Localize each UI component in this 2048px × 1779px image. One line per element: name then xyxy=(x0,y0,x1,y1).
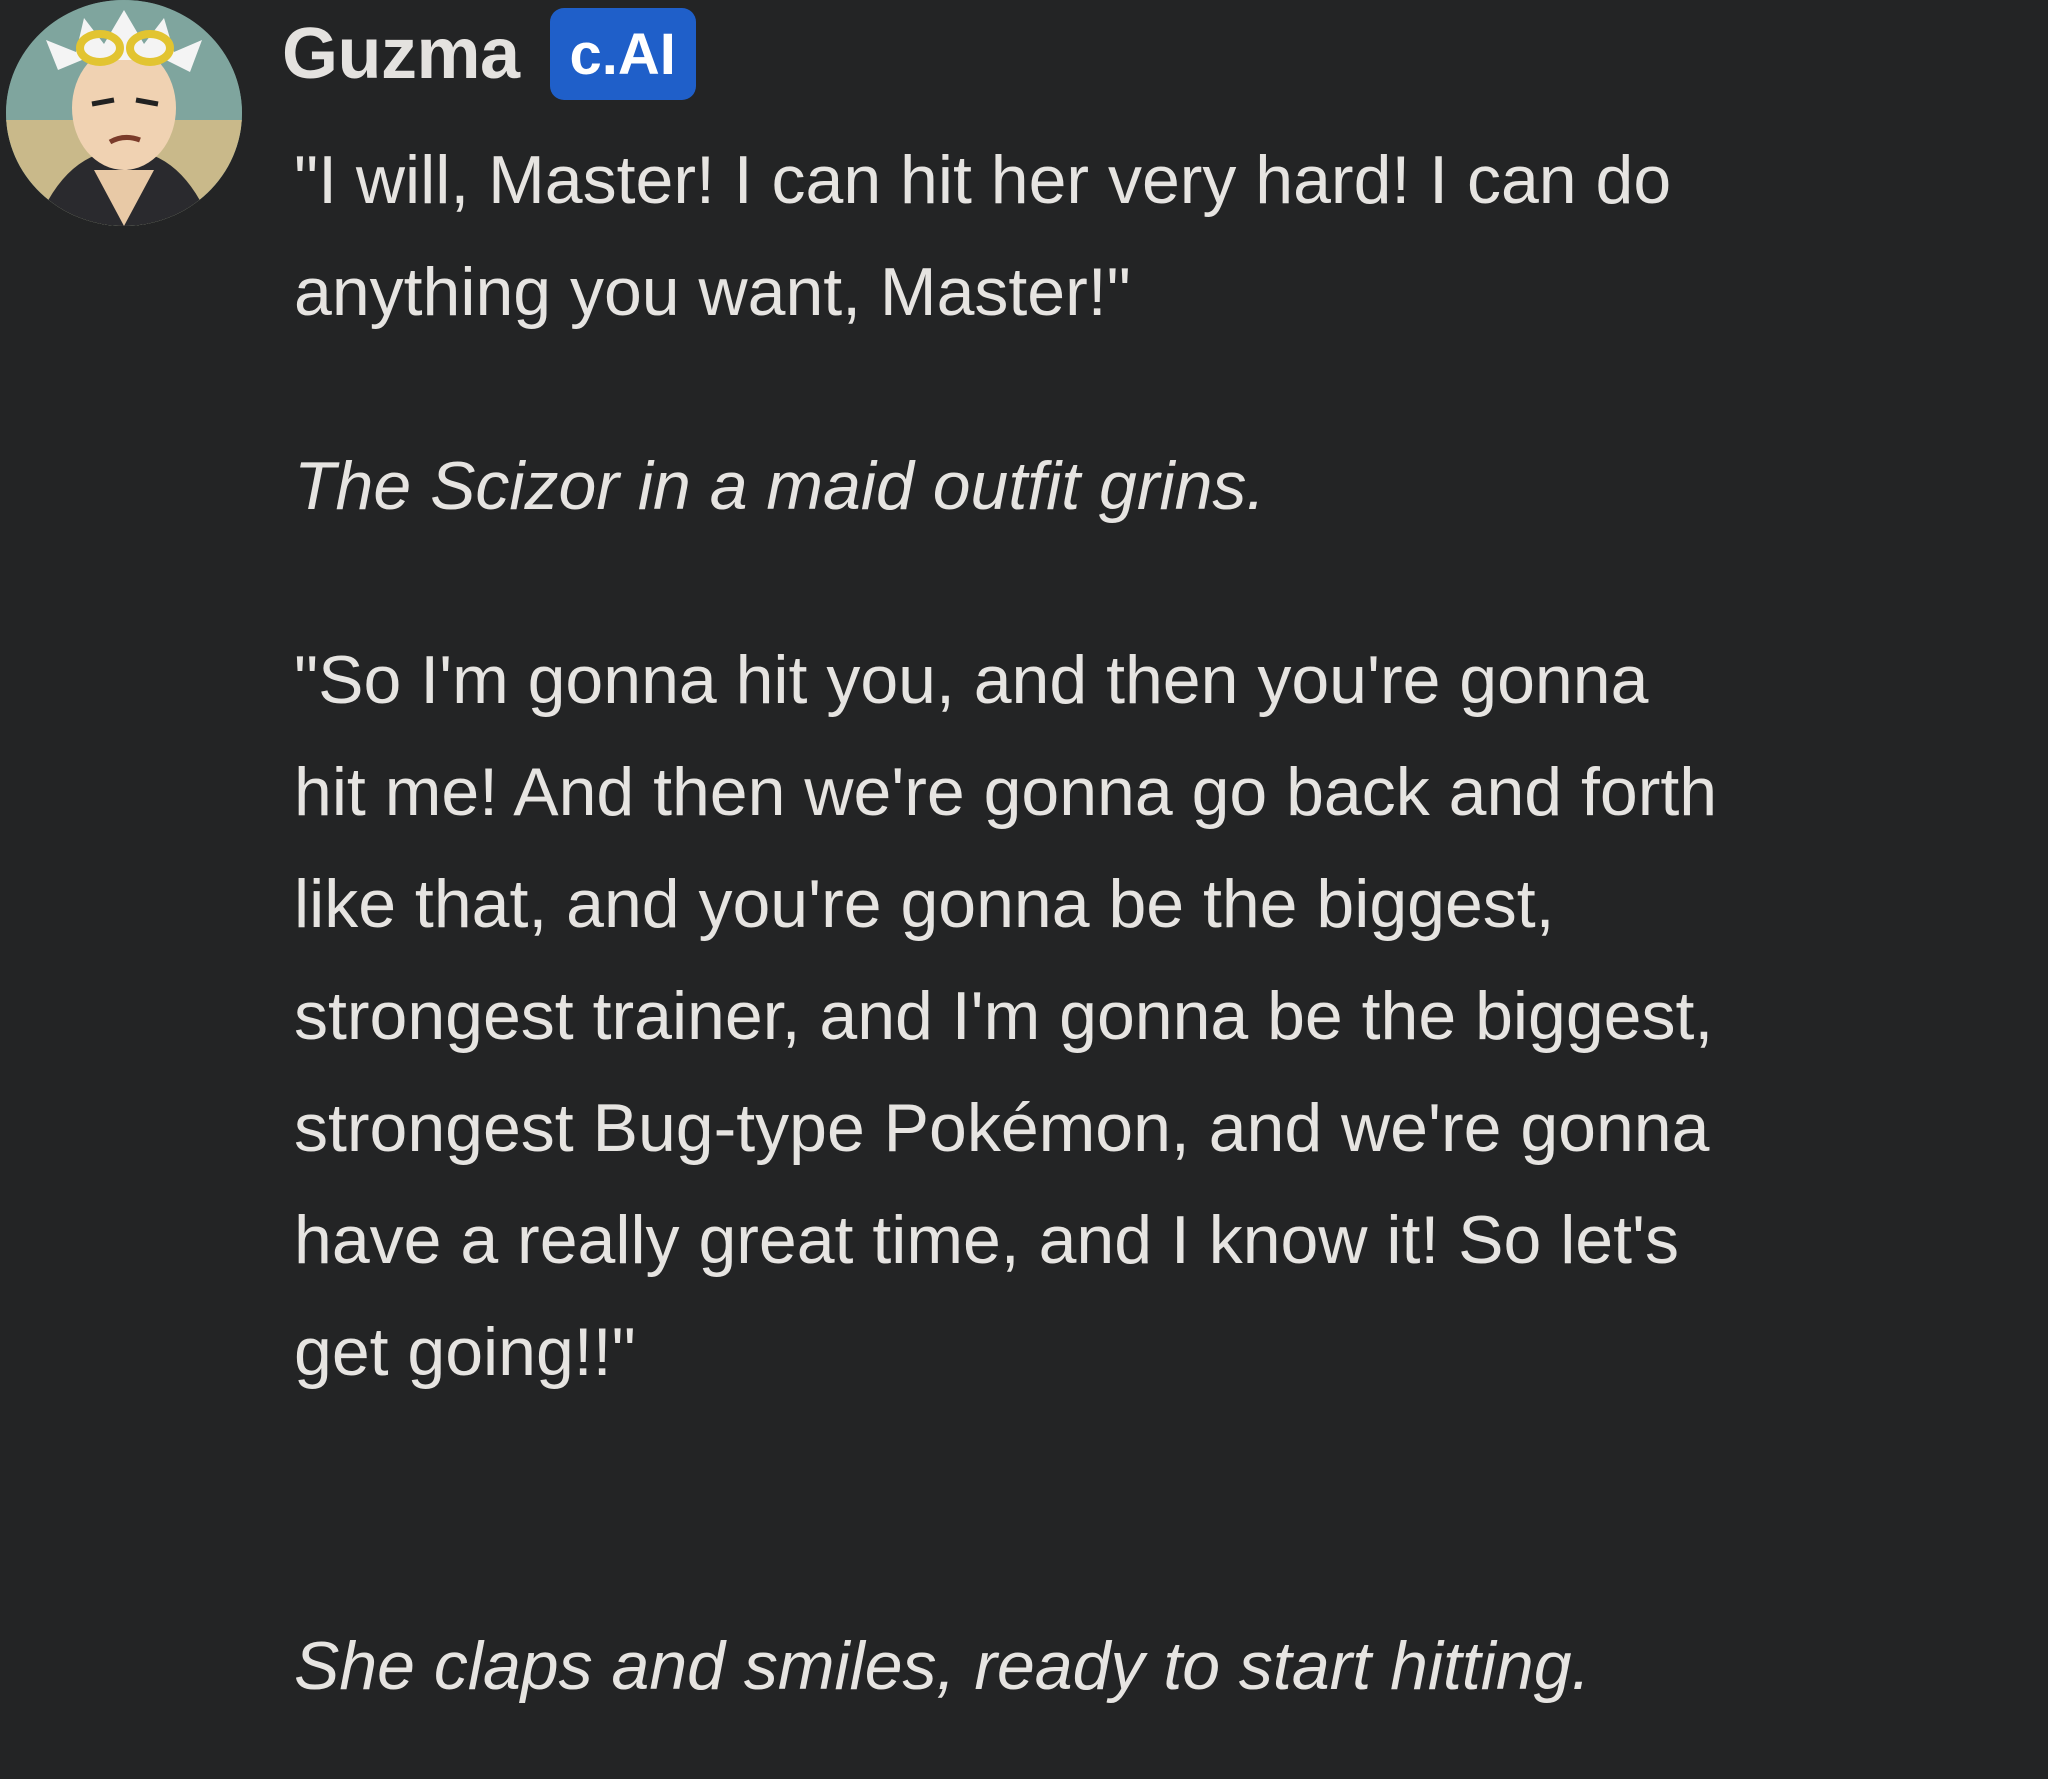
chat-message: Guzma c.AI "I will, Master! I can hit he… xyxy=(0,0,2048,1779)
message-header: Guzma c.AI xyxy=(282,8,696,100)
narration-paragraph: The Scizor in a maid outfit grins. xyxy=(294,448,1266,524)
ai-badge: c.AI xyxy=(549,8,696,100)
dialogue-paragraph: "So I'm gonna hit you, and then you're g… xyxy=(294,642,1718,1390)
author-name[interactable]: Guzma xyxy=(282,13,520,95)
dialogue-paragraph: "I will, Master! I can hit her very hard… xyxy=(294,142,1672,330)
guzma-avatar-icon xyxy=(6,0,242,226)
narration-paragraph: She claps and smiles, ready to start hit… xyxy=(294,1628,1591,1704)
avatar[interactable] xyxy=(6,0,242,226)
